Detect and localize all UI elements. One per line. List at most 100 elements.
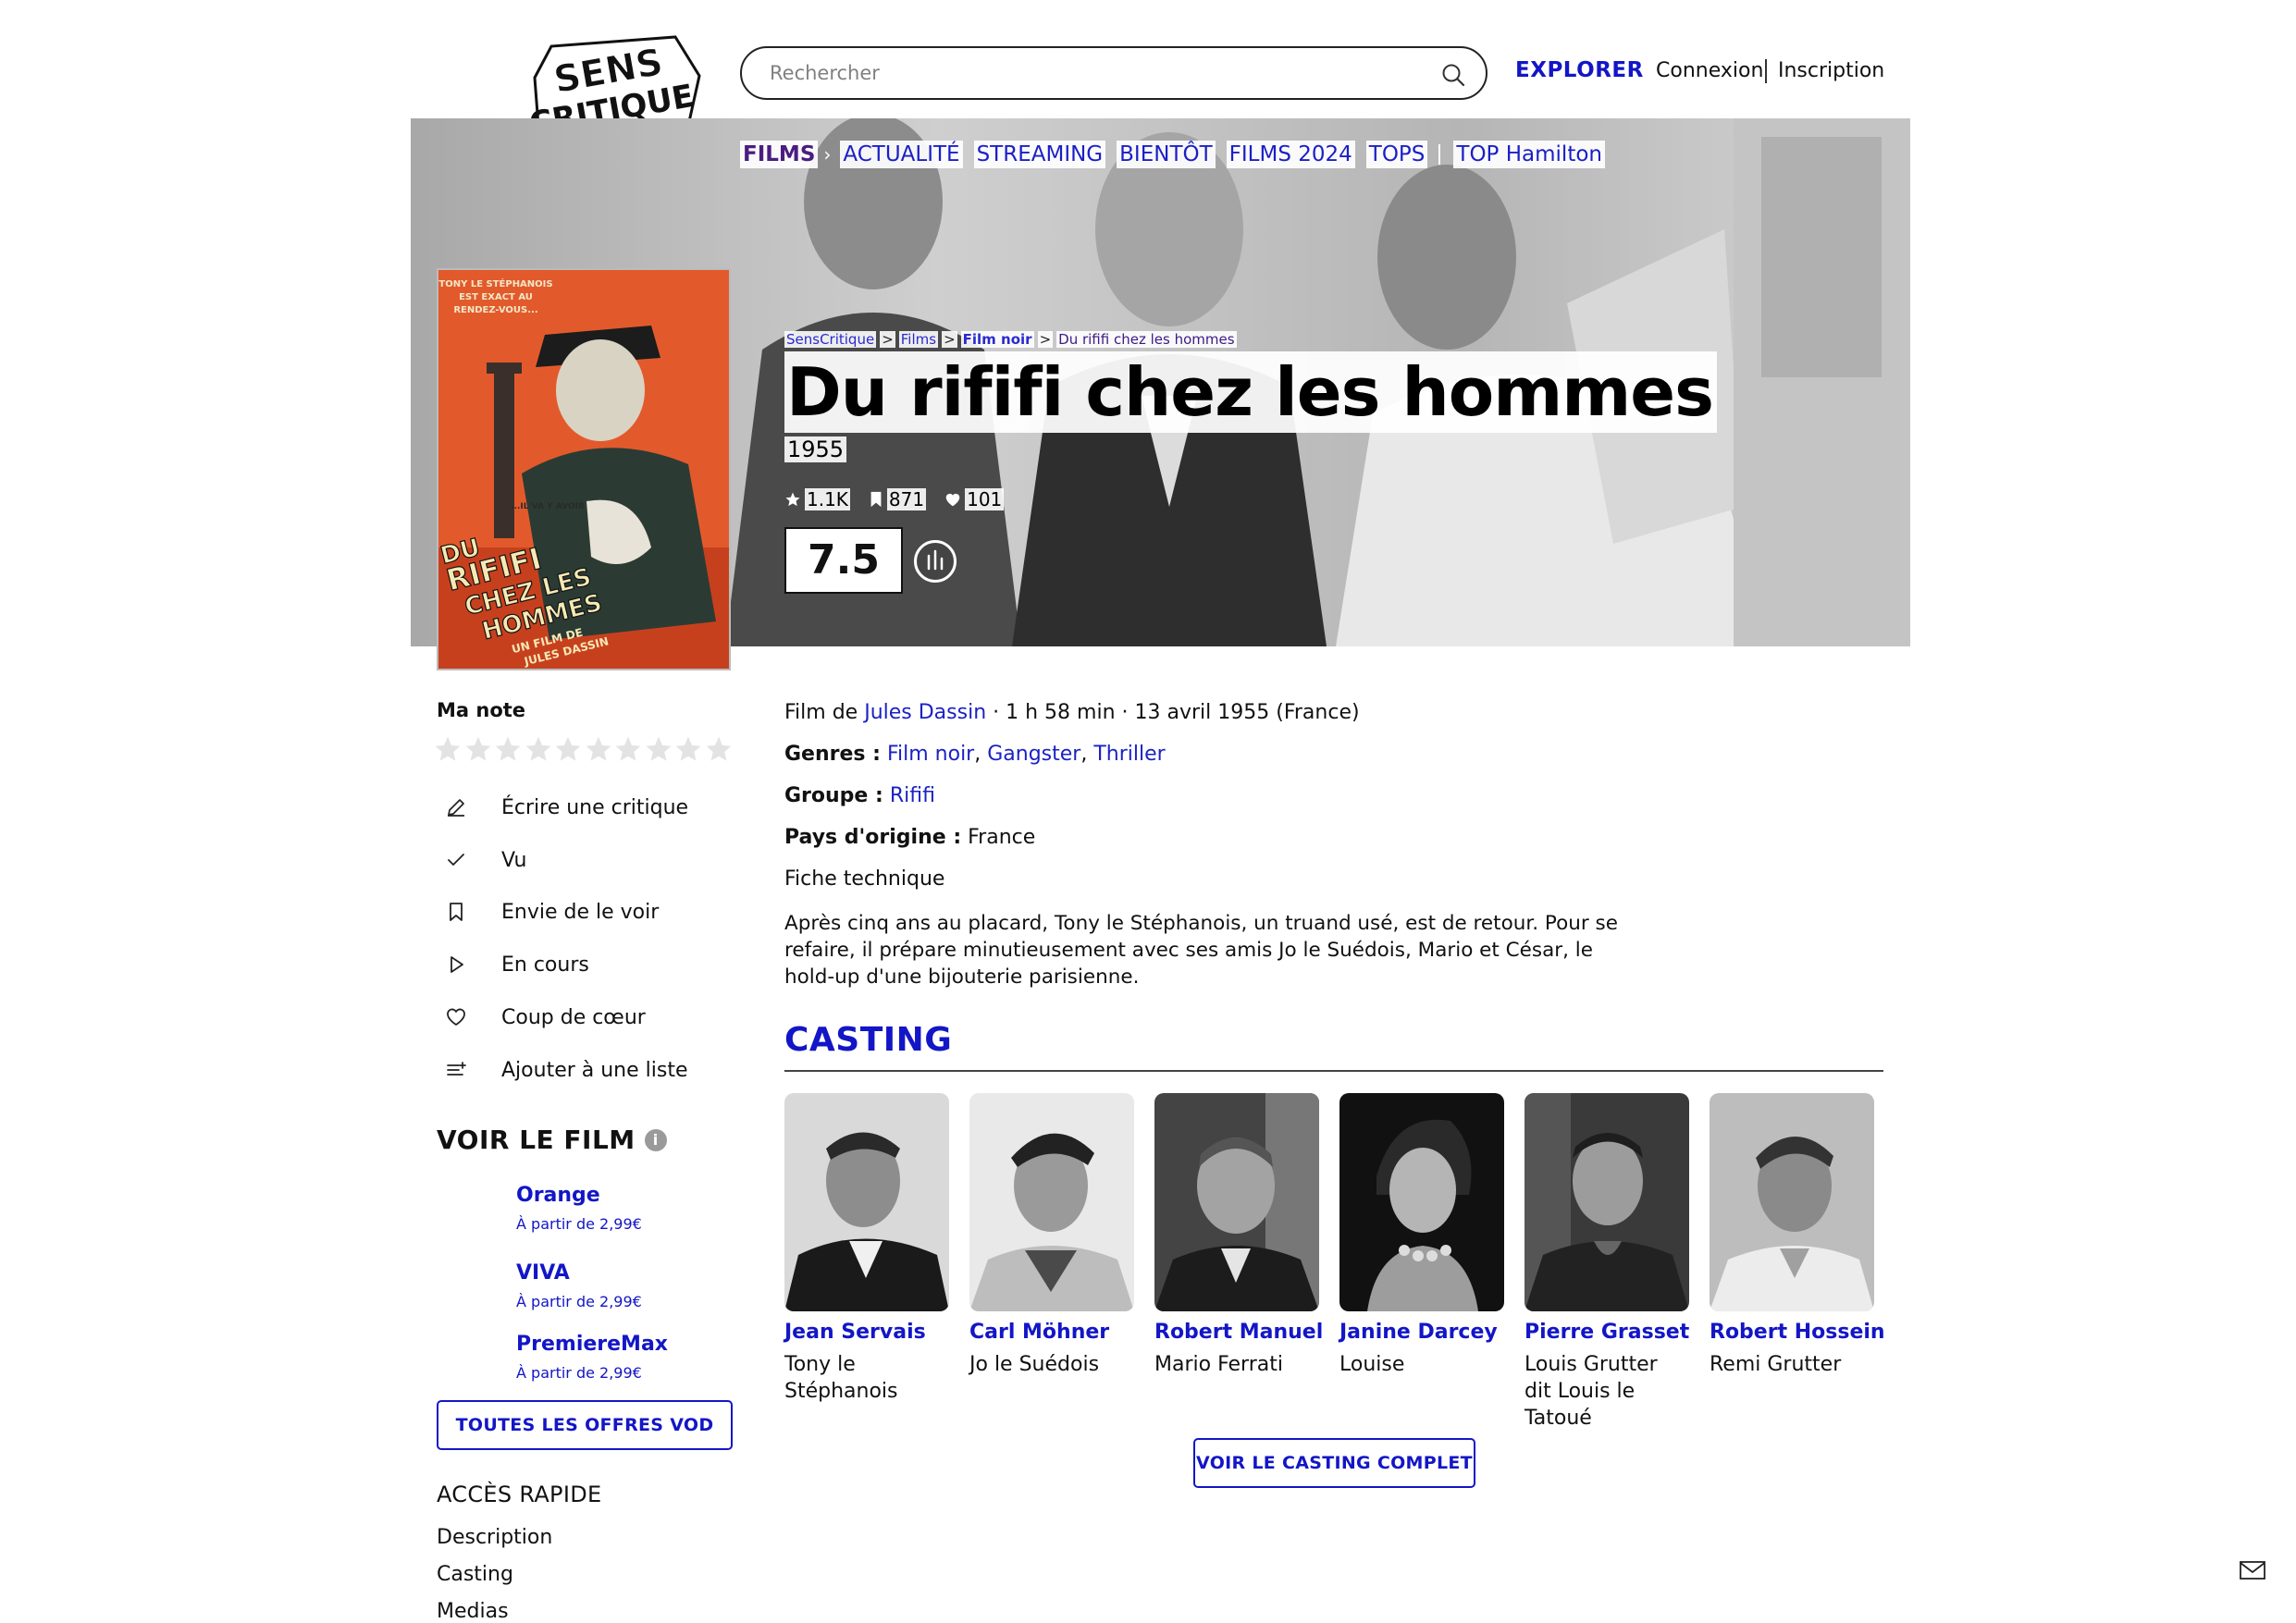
add-to-list-button[interactable]: Ajouter à une liste bbox=[442, 1056, 688, 1084]
nav-divider bbox=[1438, 144, 1441, 165]
wishlist-button[interactable]: Envie de le voir bbox=[442, 898, 659, 926]
country-label: Pays d'origine : bbox=[784, 826, 962, 849]
group-label: Groupe : bbox=[784, 784, 883, 807]
chevron-right-icon: › bbox=[823, 143, 832, 166]
genre-link-thriller[interactable]: Thriller bbox=[1093, 743, 1165, 766]
actor-name[interactable]: Robert Manuel bbox=[1154, 1321, 1323, 1344]
rating-star-icon[interactable] bbox=[613, 734, 643, 764]
search-bar[interactable] bbox=[740, 46, 1487, 100]
actor-role: Jo le Suédois bbox=[969, 1353, 1100, 1376]
star-icon bbox=[785, 492, 800, 507]
nav-tops[interactable]: TOPS bbox=[1365, 141, 1428, 168]
nav-bientot[interactable]: BIENTÔT bbox=[1117, 141, 1216, 168]
rating-star-icon[interactable] bbox=[433, 734, 463, 764]
actor-card[interactable]: Carl Möhner Jo le Suédois bbox=[969, 1093, 1134, 1378]
rating-star-icon[interactable] bbox=[584, 734, 613, 764]
action-label: Envie de le voir bbox=[501, 900, 660, 924]
movie-poster[interactable]: TONY LE STÉPHANOIS EST EXACT AU RENDEZ-V… bbox=[437, 268, 731, 670]
breadcrumb-film-noir[interactable]: Film noir bbox=[960, 331, 1034, 348]
genre-link-gangster[interactable]: Gangster bbox=[987, 743, 1080, 766]
genre-separator: , bbox=[1080, 743, 1088, 766]
favorites-stat: 101 bbox=[944, 488, 1005, 510]
actor-role: Tony le Stéphanois bbox=[784, 1353, 898, 1403]
favorite-button[interactable]: Coup de cœur bbox=[442, 1003, 646, 1031]
casting-divider bbox=[784, 1070, 1883, 1072]
film-meta: · 1 h 58 min · 13 avril 1955 (France) bbox=[993, 701, 1360, 724]
breadcrumb-films[interactable]: Films bbox=[898, 331, 939, 348]
nav-top-hamilton[interactable]: TOP Hamilton bbox=[1453, 141, 1605, 168]
breadcrumb-separator: > bbox=[880, 331, 895, 348]
seen-button[interactable]: Vu bbox=[442, 846, 527, 874]
actor-photo[interactable] bbox=[1154, 1093, 1319, 1311]
actor-name[interactable]: Jean Servais bbox=[784, 1321, 949, 1344]
bookmark-icon bbox=[870, 491, 882, 508]
technical-sheet-link[interactable]: Fiche technique bbox=[784, 867, 944, 891]
rating-star-icon[interactable] bbox=[644, 734, 673, 764]
pencil-icon bbox=[442, 793, 470, 821]
auth-divider bbox=[1765, 59, 1767, 83]
info-icon[interactable]: i bbox=[644, 1128, 667, 1151]
country-line: Pays d'origine : France bbox=[784, 826, 1035, 849]
vod-offer-viva[interactable]: VIVA bbox=[516, 1261, 570, 1285]
actor-name[interactable]: Pierre Grasset bbox=[1524, 1321, 1689, 1344]
quick-link-description[interactable]: Description bbox=[437, 1526, 552, 1549]
favorites-count: 101 bbox=[965, 488, 1005, 510]
actor-photo[interactable] bbox=[1524, 1093, 1689, 1311]
vod-offer-premieremax[interactable]: PremiereMax bbox=[516, 1333, 668, 1356]
rating-star-icon[interactable] bbox=[704, 734, 734, 764]
poster-middle-text: ...IL VA Y AVOIR bbox=[511, 502, 585, 511]
main-nav: FILMS › ACTUALITÉ STREAMING BIENTÔT FILM… bbox=[740, 139, 1616, 170]
quick-link-medias[interactable]: Medias bbox=[437, 1600, 509, 1623]
genre-link-film-noir[interactable]: Film noir bbox=[887, 743, 974, 766]
search-icon[interactable] bbox=[1439, 61, 1467, 89]
breadcrumb-senscritique[interactable]: SensCritique bbox=[784, 331, 877, 348]
action-label: Vu bbox=[501, 848, 527, 872]
signup-link[interactable]: Inscription bbox=[1778, 59, 1884, 82]
nav-actualite[interactable]: ACTUALITÉ bbox=[840, 141, 963, 168]
login-link[interactable]: Connexion bbox=[1656, 59, 1763, 82]
mail-icon[interactable] bbox=[2239, 1559, 2266, 1581]
actor-photo[interactable] bbox=[969, 1093, 1134, 1311]
my-rating-stars[interactable] bbox=[433, 734, 734, 764]
rating-star-icon[interactable] bbox=[553, 734, 583, 764]
ratings-count: 1.1K bbox=[805, 488, 850, 510]
rating-star-icon[interactable] bbox=[463, 734, 493, 764]
nav-films-2024[interactable]: FILMS 2024 bbox=[1226, 141, 1355, 168]
country-value: France bbox=[968, 826, 1036, 849]
actor-name[interactable]: Carl Möhner bbox=[969, 1321, 1134, 1344]
actor-card[interactable]: Pierre Grasset Louis Grutter dit Louis l… bbox=[1524, 1093, 1689, 1432]
nav-streaming[interactable]: STREAMING bbox=[973, 141, 1106, 168]
action-label: Écrire une critique bbox=[501, 795, 689, 819]
group-link[interactable]: Rififi bbox=[890, 784, 935, 807]
write-review-button[interactable]: Écrire une critique bbox=[442, 793, 688, 821]
actor-role: Louis Grutter dit Louis le Tatoué bbox=[1524, 1353, 1658, 1430]
page-title: Du rififi chez les hommes bbox=[784, 351, 1717, 433]
rating-star-icon[interactable] bbox=[524, 734, 553, 764]
vod-offer-price: À partir de 2,99€ bbox=[516, 1364, 642, 1382]
actor-role: Mario Ferrati bbox=[1154, 1353, 1283, 1376]
watch-section-label: VOIR LE FILM bbox=[437, 1125, 636, 1155]
full-casting-button[interactable]: VOIR LE CASTING COMPLET bbox=[1193, 1438, 1475, 1488]
actor-name[interactable]: Janine Darcey bbox=[1339, 1321, 1504, 1344]
movie-stats: 1.1K 871 101 bbox=[784, 488, 1022, 510]
quick-link-casting[interactable]: Casting bbox=[437, 1563, 513, 1586]
rating-star-icon[interactable] bbox=[673, 734, 703, 764]
actor-card[interactable]: Robert Manuel Mario Ferrati bbox=[1154, 1093, 1323, 1378]
actor-photo[interactable] bbox=[784, 1093, 949, 1311]
explore-link[interactable]: EXPLORER bbox=[1515, 58, 1644, 82]
nav-films[interactable]: FILMS bbox=[740, 141, 819, 168]
search-input[interactable] bbox=[770, 55, 1399, 91]
actor-photo[interactable] bbox=[1710, 1093, 1874, 1311]
rating-star-icon[interactable] bbox=[493, 734, 523, 764]
vod-offer-orange[interactable]: Orange bbox=[516, 1184, 600, 1207]
all-vod-offers-button[interactable]: TOUTES LES OFFRES VOD bbox=[437, 1400, 733, 1450]
director-link[interactable]: Jules Dassin bbox=[864, 701, 986, 724]
actor-card[interactable]: Janine Darcey Louise bbox=[1339, 1093, 1504, 1378]
actor-card[interactable]: Jean Servais Tony le Stéphanois bbox=[784, 1093, 949, 1405]
in-progress-button[interactable]: En cours bbox=[442, 951, 589, 978]
rating-distribution-button[interactable] bbox=[914, 540, 957, 583]
wishlist-stat: 871 bbox=[869, 488, 927, 510]
actor-name[interactable]: Robert Hossein bbox=[1710, 1321, 1885, 1344]
actor-card[interactable]: Robert Hossein Remi Grutter bbox=[1710, 1093, 1885, 1378]
actor-photo[interactable] bbox=[1339, 1093, 1504, 1311]
